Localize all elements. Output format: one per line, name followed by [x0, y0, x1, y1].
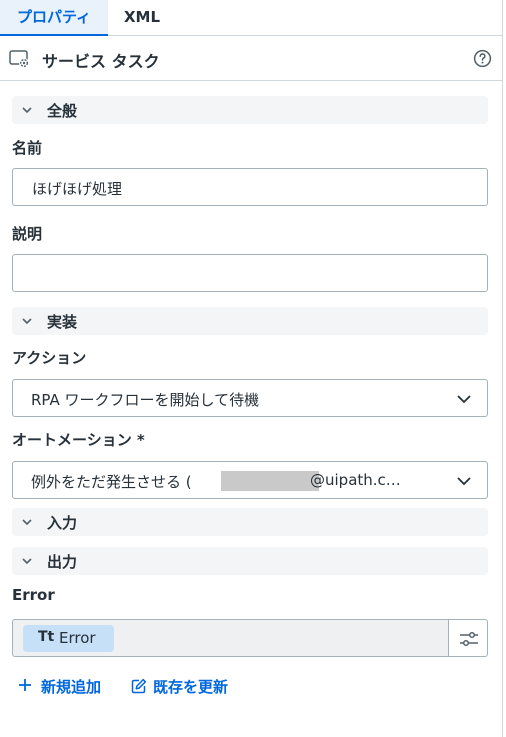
panel-header: サービス タスク — [0, 37, 502, 81]
tab-bar: プロパティ XML — [0, 0, 502, 36]
automation-select[interactable]: 例外をただ発生させる ( @uipath.c… — [12, 461, 488, 499]
help-circle-icon[interactable] — [473, 49, 492, 68]
section-implementation[interactable]: 実装 — [12, 307, 488, 335]
chevron-down-icon — [22, 519, 32, 526]
edit-icon — [131, 678, 147, 694]
name-label: 名前 — [12, 139, 43, 157]
section-general-title: 全般 — [47, 102, 78, 120]
variable-options-button[interactable] — [448, 619, 488, 657]
automation-value: 例外をただ発生させる ( — [31, 473, 192, 491]
chevron-down-icon — [457, 395, 471, 404]
chevron-down-icon — [457, 477, 471, 486]
sliders-icon — [460, 631, 478, 647]
action-label: アクション — [12, 349, 87, 367]
panel-border — [502, 0, 503, 737]
service-task-icon — [9, 50, 29, 68]
error-variable-chip[interactable]: Tt Error — [23, 625, 114, 652]
description-label: 説明 — [12, 225, 43, 243]
section-implementation-title: 実装 — [47, 313, 78, 331]
error-label: Error — [12, 586, 55, 604]
properties-panel: プロパティ XML サービス タスク 全般 名前 ほげほげ処理 説明 実装 アク… — [0, 0, 502, 737]
action-select[interactable]: RPA ワークフローを開始して待機 — [12, 379, 488, 417]
update-existing-link[interactable]: 既存を更新 — [131, 676, 241, 698]
add-new-label: 新規追加 — [41, 678, 102, 696]
chevron-down-icon — [22, 107, 32, 114]
text-type-icon: Tt — [38, 629, 55, 645]
section-output[interactable]: 出力 — [12, 547, 488, 575]
chevron-down-icon — [22, 558, 32, 565]
section-general[interactable]: 全般 — [12, 96, 488, 124]
section-output-title: 出力 — [47, 553, 78, 571]
tab-xml[interactable]: XML — [110, 0, 174, 36]
chevron-down-icon — [22, 318, 32, 325]
tab-properties[interactable]: プロパティ — [0, 0, 108, 36]
automation-label: オートメーション * — [12, 431, 145, 449]
name-field[interactable]: ほげほげ処理 — [12, 168, 488, 206]
panel-title: サービス タスク — [42, 52, 160, 71]
action-value: RPA ワークフローを開始して待機 — [31, 391, 260, 409]
section-input[interactable]: 入力 — [12, 508, 488, 536]
automation-value-suffix: @uipath.c… — [310, 471, 401, 489]
name-value: ほげほげ処理 — [32, 180, 123, 198]
add-new-link[interactable]: 新規追加 — [18, 676, 113, 698]
error-variable-field[interactable]: Tt Error — [12, 619, 449, 657]
redacted-block — [221, 471, 319, 491]
plus-icon — [19, 679, 31, 691]
error-chip-label: Error — [59, 629, 96, 647]
description-field[interactable] — [12, 254, 488, 292]
section-input-title: 入力 — [47, 514, 78, 532]
update-existing-label: 既存を更新 — [153, 678, 229, 696]
